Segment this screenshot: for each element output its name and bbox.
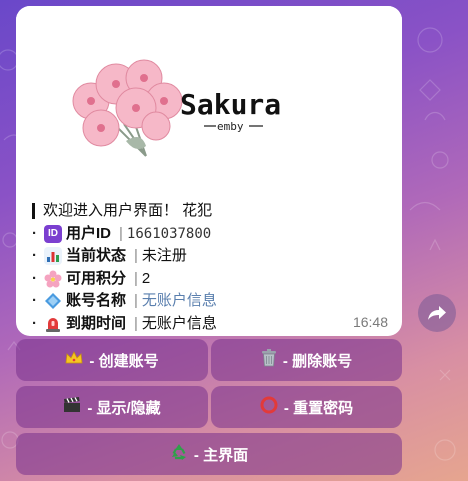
sakura-banner: Sakura emby (16, 6, 402, 196)
delete-account-button[interactable]: - 删除账号 (211, 339, 402, 381)
recycle-icon (170, 443, 188, 465)
info-row-user-id: · ID 用户ID | 1661037800 (32, 223, 392, 246)
quote-bar (32, 203, 35, 220)
diamond-icon (44, 292, 62, 310)
welcome-text: 欢迎进入用户界面！ 花犯 (43, 202, 213, 219)
welcome-line: 欢迎进入用户界面！ 花犯 (32, 200, 392, 223)
share-button[interactable] (418, 294, 456, 332)
info-row-points: · 可用积分 | 2 (32, 268, 392, 291)
main-menu-button[interactable]: - 主界面 (16, 433, 402, 475)
points-value: 2 (141, 269, 151, 287)
message-bubble: Sakura emby 欢迎进入用户界面！ 花犯 · ID 用户ID | 166… (16, 6, 402, 336)
banner-brand: Sakura (180, 88, 281, 121)
toggle-visibility-button[interactable]: - 显示/隐藏 (16, 386, 208, 428)
blossom-icon (44, 270, 62, 288)
clapper-board-icon (63, 397, 81, 417)
bar-chart-icon (44, 247, 62, 266)
expiry-value: 无账户信息 (141, 314, 217, 332)
message-time: 16:48 (352, 314, 388, 330)
reset-password-button[interactable]: - 重置密码 (211, 386, 402, 428)
user-id-label: 用户ID (66, 224, 112, 242)
siren-icon (44, 315, 62, 333)
status-value: 未注册 (141, 247, 187, 264)
account-name-label: 账号名称 (66, 292, 127, 309)
points-label: 可用积分 (66, 269, 127, 287)
account-name-value[interactable]: 无账户信息 (142, 290, 217, 313)
user-id-value[interactable]: 1661037800 (127, 223, 211, 246)
expiry-label: 到期时间 (66, 314, 127, 332)
banner-sub: emby (217, 120, 244, 133)
crown-icon (65, 351, 83, 369)
share-arrow-icon (428, 306, 446, 320)
id-icon: ID (44, 224, 62, 243)
red-circle-icon (260, 396, 278, 418)
info-row-expiry: · 到期时间 | 无账户信息 (32, 313, 392, 336)
trash-icon (261, 349, 277, 371)
info-row-status: · 当前状态 | 未注册 (32, 245, 392, 268)
message-text: 欢迎进入用户界面！ 花犯 · ID 用户ID | 1661037800 · 当前… (32, 200, 392, 335)
status-label: 当前状态 (66, 247, 127, 264)
create-account-button[interactable]: - 创建账号 (16, 339, 208, 381)
info-row-account-name: · 账号名称 | 无账户信息 (32, 290, 392, 313)
